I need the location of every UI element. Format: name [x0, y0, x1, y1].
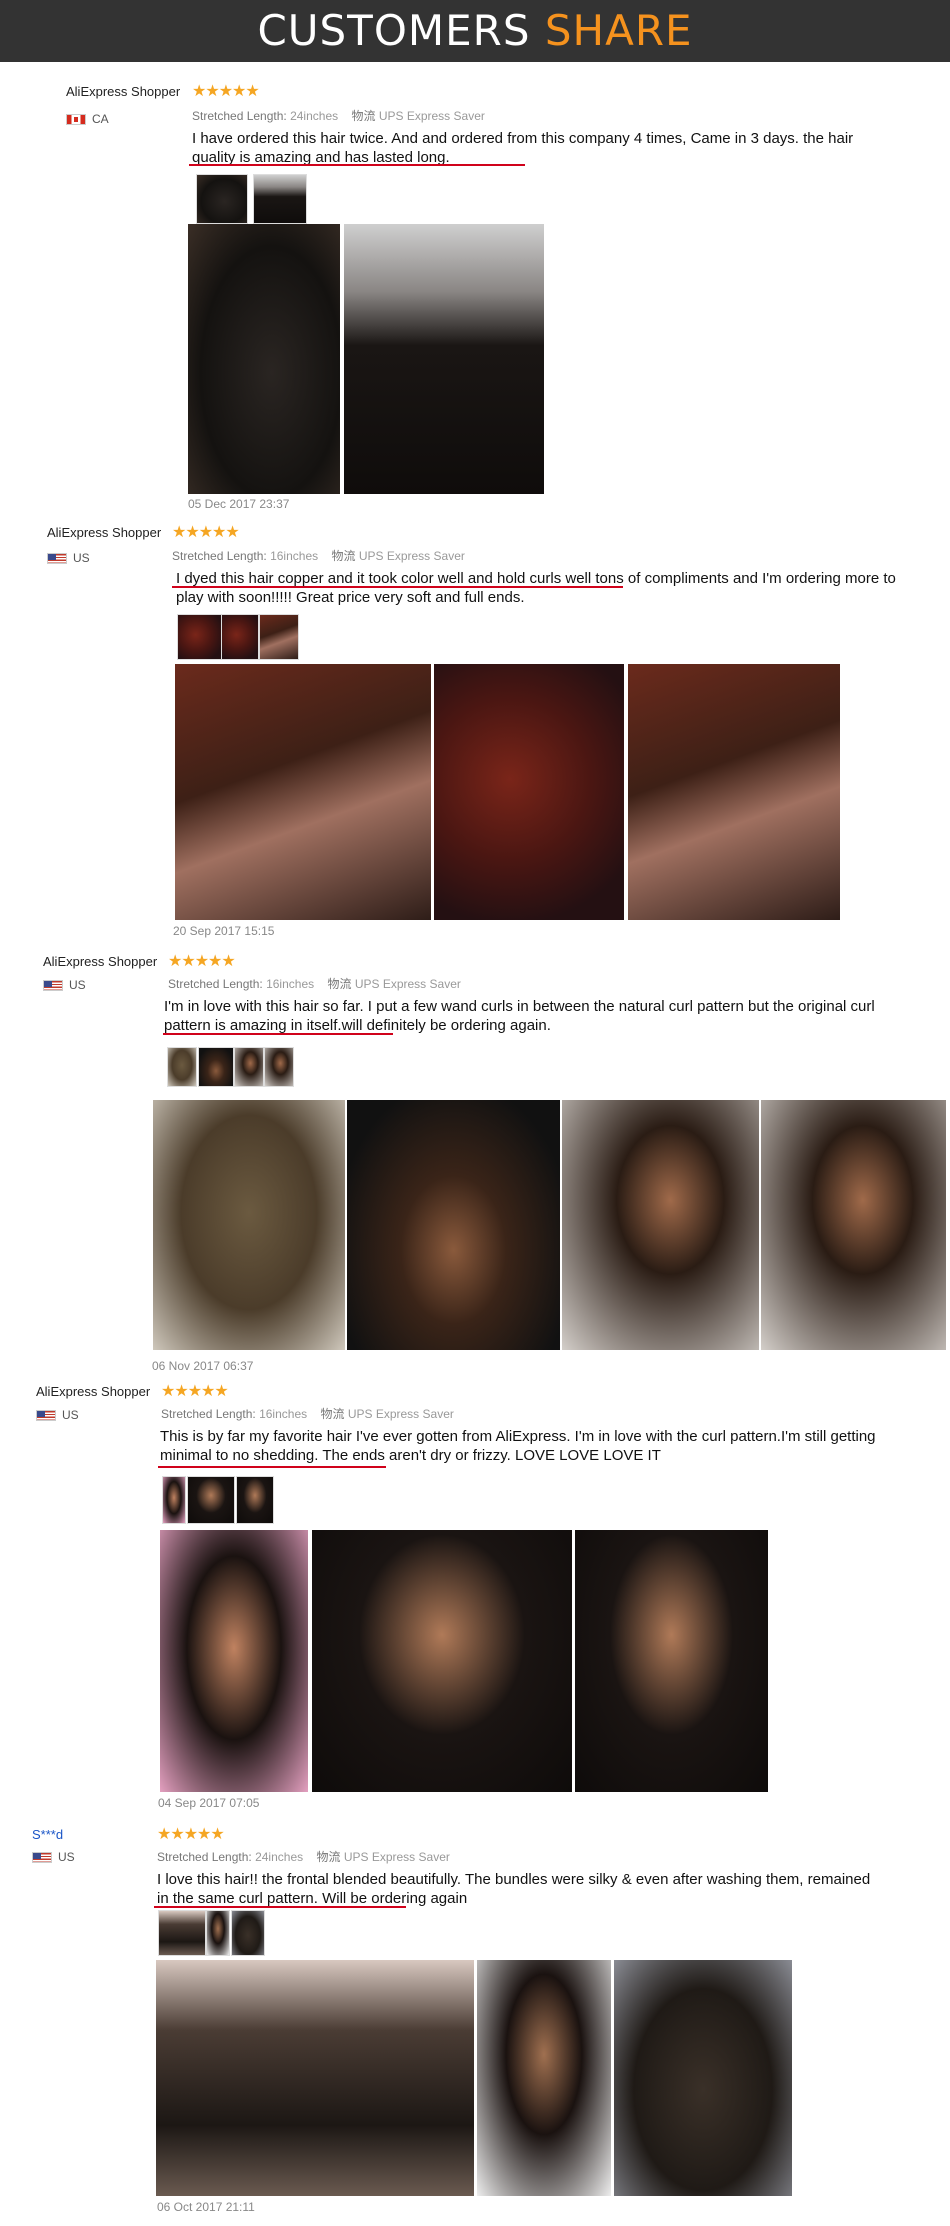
- highlight-underline: [158, 1466, 386, 1468]
- stretched-label: Stretched Length:: [192, 109, 287, 123]
- shipping-label: 物流: [320, 1407, 345, 1421]
- title-part-1: CUSTOMERS: [257, 6, 531, 55]
- reviewer-name[interactable]: S***d: [32, 1827, 63, 1842]
- review-photo[interactable]: [344, 224, 544, 494]
- review-date: 06 Oct 2017 21:11: [157, 2200, 255, 2214]
- shipping-value: UPS Express Saver: [358, 549, 465, 563]
- stretched-label: Stretched Length:: [168, 977, 263, 991]
- review-photo[interactable]: [575, 1530, 768, 1792]
- star-rating: ★★★★★: [192, 83, 260, 100]
- review-thumbnail[interactable]: [234, 1047, 264, 1087]
- review-thumbnail[interactable]: [187, 1476, 235, 1524]
- highlight-underline: [163, 1033, 393, 1035]
- review-thumbnail[interactable]: [198, 1047, 234, 1087]
- reviewer-country: CA: [92, 112, 109, 126]
- flag-ca-icon: [66, 114, 86, 125]
- highlight-underline: [172, 586, 623, 588]
- review-photo[interactable]: [347, 1100, 560, 1350]
- review-thumbnail[interactable]: [236, 1476, 274, 1524]
- shipping-value: UPS Express Saver: [343, 1850, 450, 1864]
- review-thumbnail[interactable]: [162, 1476, 186, 1524]
- stretched-label: Stretched Length:: [172, 549, 267, 563]
- review-photo[interactable]: [156, 1960, 474, 2196]
- reviewer-country: US: [62, 1408, 79, 1422]
- review-thumbnail[interactable]: [253, 174, 307, 224]
- star-rating: ★★★★★: [172, 524, 240, 541]
- reviewer-name[interactable]: AliExpress Shopper: [43, 954, 157, 969]
- shipping-label: 物流: [316, 1850, 341, 1864]
- reviewer-country: US: [69, 978, 86, 992]
- review-thumbnail[interactable]: [264, 1047, 294, 1087]
- stretched-value: 16inches: [259, 1407, 308, 1421]
- reviewer-country: US: [73, 551, 90, 565]
- review-photo[interactable]: [628, 664, 840, 920]
- review-photo[interactable]: [562, 1100, 759, 1350]
- review-date: 04 Sep 2017 07:05: [158, 1796, 260, 1810]
- flag-us-icon: [36, 1410, 56, 1421]
- review-text: I'm in love with this hair so far. I put…: [164, 998, 875, 1034]
- shipping-label: 物流: [351, 109, 376, 123]
- review-photo[interactable]: [153, 1100, 345, 1350]
- review-thumbnail[interactable]: [177, 614, 223, 660]
- review-photo[interactable]: [477, 1960, 611, 2196]
- reviewer-name[interactable]: AliExpress Shopper: [47, 525, 161, 540]
- review-thumbnail[interactable]: [167, 1047, 197, 1087]
- review-photo[interactable]: [312, 1530, 572, 1792]
- review-text: This is by far my favorite hair I've eve…: [160, 1428, 876, 1464]
- stretched-value: 24inches: [255, 1850, 304, 1864]
- star-rating: ★★★★★: [168, 953, 236, 970]
- review-thumbnail[interactable]: [231, 1910, 265, 1956]
- shipping-value: UPS Express Saver: [378, 109, 485, 123]
- flag-us-icon: [47, 553, 67, 564]
- shipping-label: 物流: [327, 977, 352, 991]
- stretched-value: 16inches: [266, 977, 315, 991]
- star-rating: ★★★★★: [161, 1383, 229, 1400]
- shipping-value: UPS Express Saver: [354, 977, 461, 991]
- review-date: 20 Sep 2017 15:15: [173, 924, 275, 938]
- review-meta: Stretched Length: 24inches 物流 UPS Expres…: [192, 107, 485, 124]
- shipping-label: 物流: [331, 549, 356, 563]
- review-date: 06 Nov 2017 06:37: [152, 1359, 254, 1373]
- review-meta: Stretched Length: 16inches 物流 UPS Expres…: [161, 1405, 454, 1422]
- flag-us-icon: [43, 980, 63, 991]
- review-photo[interactable]: [614, 1960, 792, 2196]
- review-text: I have ordered this hair twice. And and …: [192, 130, 854, 166]
- review-photo[interactable]: [160, 1530, 308, 1792]
- review-meta: Stretched Length: 24inches 物流 UPS Expres…: [157, 1848, 450, 1865]
- shipping-value: UPS Express Saver: [347, 1407, 454, 1421]
- review-text: I dyed this hair copper and it took colo…: [176, 570, 896, 606]
- section-header: CUSTOMERS SHARE: [0, 0, 950, 62]
- review-date: 05 Dec 2017 23:37: [188, 497, 290, 511]
- reviewer-name[interactable]: AliExpress Shopper: [36, 1384, 150, 1399]
- review-photo[interactable]: [434, 664, 624, 920]
- review-thumbnail[interactable]: [196, 174, 248, 224]
- highlight-underline: [189, 164, 525, 166]
- stretched-label: Stretched Length:: [157, 1850, 252, 1864]
- review-text: I love this hair!! the frontal blended b…: [157, 1871, 871, 1907]
- stretched-label: Stretched Length:: [161, 1407, 256, 1421]
- reviewer-name[interactable]: AliExpress Shopper: [66, 84, 180, 99]
- stretched-value: 16inches: [270, 549, 319, 563]
- flag-us-icon: [32, 1852, 52, 1863]
- star-rating: ★★★★★: [157, 1826, 225, 1843]
- review-meta: Stretched Length: 16inches 物流 UPS Expres…: [168, 975, 461, 992]
- review-meta: Stretched Length: 16inches 物流 UPS Expres…: [172, 547, 465, 564]
- review-photo[interactable]: [188, 224, 340, 494]
- review-thumbnail[interactable]: [158, 1910, 206, 1956]
- stretched-value: 24inches: [290, 109, 339, 123]
- title-part-2: SHARE: [544, 6, 693, 55]
- section-title: CUSTOMERS SHARE: [257, 6, 692, 55]
- review-thumbnail[interactable]: [259, 614, 299, 660]
- review-thumbnail[interactable]: [221, 614, 259, 660]
- review-photo[interactable]: [175, 664, 431, 920]
- highlight-underline: [154, 1906, 406, 1908]
- review-thumbnail[interactable]: [206, 1910, 230, 1956]
- review-photo[interactable]: [761, 1100, 946, 1350]
- reviewer-country: US: [58, 1850, 75, 1864]
